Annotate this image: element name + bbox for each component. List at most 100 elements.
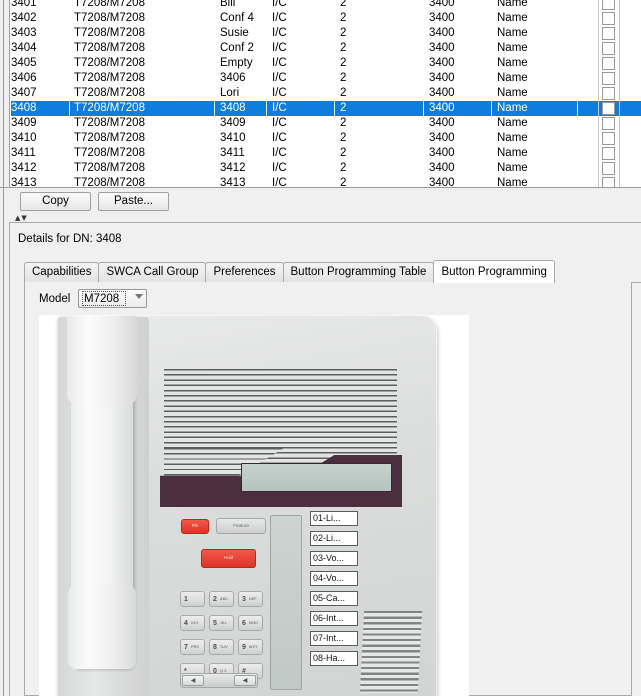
row-checkbox[interactable] <box>602 12 615 25</box>
splitter-arrows-icon[interactable]: ▲▼ <box>15 214 28 222</box>
memory-button-05[interactable]: 05-Ca... <box>310 591 358 606</box>
tab-preferences[interactable]: Preferences <box>205 262 284 282</box>
row-checkbox-cell[interactable] <box>598 41 620 56</box>
dn-grid[interactable]: 3401 T7208/M7208 Bill I/C 2 3400 Name 3402 T7208… <box>11 0 641 187</box>
row-checkbox[interactable] <box>602 132 615 145</box>
cell-line: 3400 <box>429 117 455 129</box>
keypad-digit: 1 <box>184 596 188 603</box>
row-checkbox-cell[interactable] <box>598 131 620 146</box>
row-checkbox[interactable] <box>602 147 615 160</box>
row-checkbox[interactable] <box>602 177 615 187</box>
table-row[interactable]: 3406 T7208/M7208 3406 I/C 2 3400 Name <box>11 71 641 86</box>
cell-name: 3406 <box>220 72 246 84</box>
memory-button-03[interactable]: 03-Vo... <box>310 551 358 566</box>
keypad-key-hash[interactable]: # <box>238 663 263 679</box>
row-checkbox[interactable] <box>602 42 615 55</box>
row-checkbox-cell[interactable] <box>598 146 620 161</box>
volume-rocker[interactable]: ◀ ◀ <box>180 673 258 688</box>
table-row[interactable]: 3401 T7208/M7208 Bill I/C 2 3400 Name <box>11 0 641 11</box>
row-checkbox[interactable] <box>602 117 615 130</box>
cell-name: Lori <box>220 87 240 99</box>
memory-button-07[interactable]: 07-Int... <box>310 631 358 646</box>
row-checkbox-cell[interactable] <box>598 86 620 101</box>
keypad-key-5[interactable]: 5 JKL <box>209 615 234 631</box>
memory-button-06[interactable]: 06-Int... <box>310 611 358 626</box>
cell-type: I/C <box>272 87 287 99</box>
memory-button-list[interactable]: 01-Li... 02-Li... 03-Vo... 04-Vo... 05-Ca...… <box>310 511 358 671</box>
table-row[interactable]: 3413 T7208/M7208 3413 I/C 2 3400 Name <box>11 176 641 187</box>
cell-label: Name <box>497 162 528 174</box>
keypad-key-9[interactable]: 9 WXY <box>238 639 263 655</box>
paste-button[interactable]: Paste... <box>98 192 169 211</box>
row-checkbox-cell[interactable] <box>598 176 620 187</box>
keypad-key-8[interactable]: 8 TUV <box>209 639 234 655</box>
table-row[interactable]: 3407 T7208/M7208 Lori I/C 2 3400 Name <box>11 86 641 101</box>
keypad-key-4[interactable]: 4 GHI <box>180 615 205 631</box>
keypad-digit: 2 <box>213 596 217 603</box>
table-row[interactable]: 3408 T7208/M7208 3408 I/C 2 3400 Name <box>11 101 641 116</box>
cell-number: 2 <box>340 0 347 9</box>
row-checkbox[interactable] <box>602 162 615 175</box>
row-checkbox[interactable] <box>602 57 615 70</box>
memory-button-01[interactable]: 01-Li... <box>310 511 358 526</box>
cell-name: 3413 <box>220 177 246 187</box>
table-row[interactable]: 3404 T7208/M7208 Conf 2 I/C 2 3400 Name <box>11 41 641 56</box>
row-checkbox[interactable] <box>602 102 615 115</box>
cell-dn: 3411 <box>11 147 36 159</box>
tab-swca-call-group[interactable]: SWCA Call Group <box>98 262 207 282</box>
volume-up-icon[interactable]: ◀ <box>234 675 256 686</box>
table-row[interactable]: 3402 T7208/M7208 Conf 4 I/C 2 3400 Name <box>11 11 641 26</box>
copy-button[interactable]: Copy <box>20 192 91 211</box>
cell-line: 3400 <box>429 162 455 174</box>
row-checkbox[interactable] <box>602 87 615 100</box>
table-row[interactable]: 3412 T7208/M7208 3412 I/C 2 3400 Name <box>11 161 641 176</box>
row-checkbox-cell[interactable] <box>598 0 620 11</box>
row-checkbox-cell[interactable] <box>598 71 620 86</box>
cell-model: T7208/M7208 <box>74 102 145 114</box>
keypad-digit: 4 <box>184 620 188 627</box>
keypad-letters: MNO <box>249 620 258 625</box>
keypad-key-7[interactable]: 7 PRS <box>180 639 205 655</box>
keypad-key-2[interactable]: 2 ABC <box>209 591 234 607</box>
chevron-down-icon[interactable] <box>135 294 143 299</box>
row-checkbox[interactable] <box>602 0 615 10</box>
cell-model: T7208/M7208 <box>74 177 145 187</box>
keypad-key-6[interactable]: 6 MNO <box>238 615 263 631</box>
tab-button-programming-table[interactable]: Button Programming Table <box>282 262 435 282</box>
keypad-letters: TUV <box>220 644 228 649</box>
row-checkbox-cell[interactable] <box>598 116 620 131</box>
table-row[interactable]: 3411 T7208/M7208 3411 I/C 2 3400 Name <box>11 146 641 161</box>
keypad-key-3[interactable]: 3 DEF <box>238 591 263 607</box>
memory-button-08[interactable]: 08-Ha... <box>310 651 358 666</box>
row-checkbox[interactable] <box>602 72 615 85</box>
row-checkbox-cell[interactable] <box>598 56 620 71</box>
feature-button[interactable]: Feature <box>216 518 266 534</box>
cell-number: 2 <box>340 162 347 174</box>
row-checkbox-cell[interactable] <box>598 161 620 176</box>
table-row[interactable]: 3409 T7208/M7208 3409 I/C 2 3400 Name <box>11 116 641 131</box>
hold-button[interactable]: Hold <box>201 549 256 568</box>
keypad-key-1[interactable]: 1 <box>180 591 205 607</box>
speaker-grille-bottom-right <box>359 611 423 693</box>
model-combobox[interactable]: M7208 <box>78 289 147 308</box>
cell-line: 3400 <box>429 57 455 69</box>
memory-button-04[interactable]: 04-Vo... <box>310 571 358 586</box>
memory-button-02[interactable]: 02-Li... <box>310 531 358 546</box>
table-row[interactable]: 3410 T7208/M7208 3410 I/C 2 3400 Name <box>11 131 641 146</box>
row-checkbox-cell[interactable] <box>598 26 620 41</box>
cell-line: 3400 <box>429 27 455 39</box>
table-row[interactable]: 3405 T7208/M7208 Empty I/C 2 3400 Name <box>11 56 641 71</box>
details-tabbar[interactable]: Capabilities SWCA Call Group Preferences Bu… <box>24 260 641 305</box>
model-combobox-value[interactable]: M7208 <box>82 291 126 306</box>
volume-down-icon[interactable]: ◀ <box>182 675 204 686</box>
tab-capabilities[interactable]: Capabilities <box>24 262 100 282</box>
table-row[interactable]: 3403 T7208/M7208 Susie I/C 2 3400 Name <box>11 26 641 41</box>
cell-model: T7208/M7208 <box>74 162 145 174</box>
keypad-key-0[interactable]: 0Q Z <box>209 663 234 679</box>
keypad-key-star[interactable]: * <box>180 663 205 679</box>
row-checkbox-cell[interactable] <box>598 101 620 116</box>
row-checkbox[interactable] <box>602 27 615 40</box>
row-checkbox-cell[interactable] <box>598 11 620 26</box>
rls-button[interactable]: Rls <box>181 519 209 534</box>
tab-button-programming[interactable]: Button Programming <box>433 260 555 283</box>
